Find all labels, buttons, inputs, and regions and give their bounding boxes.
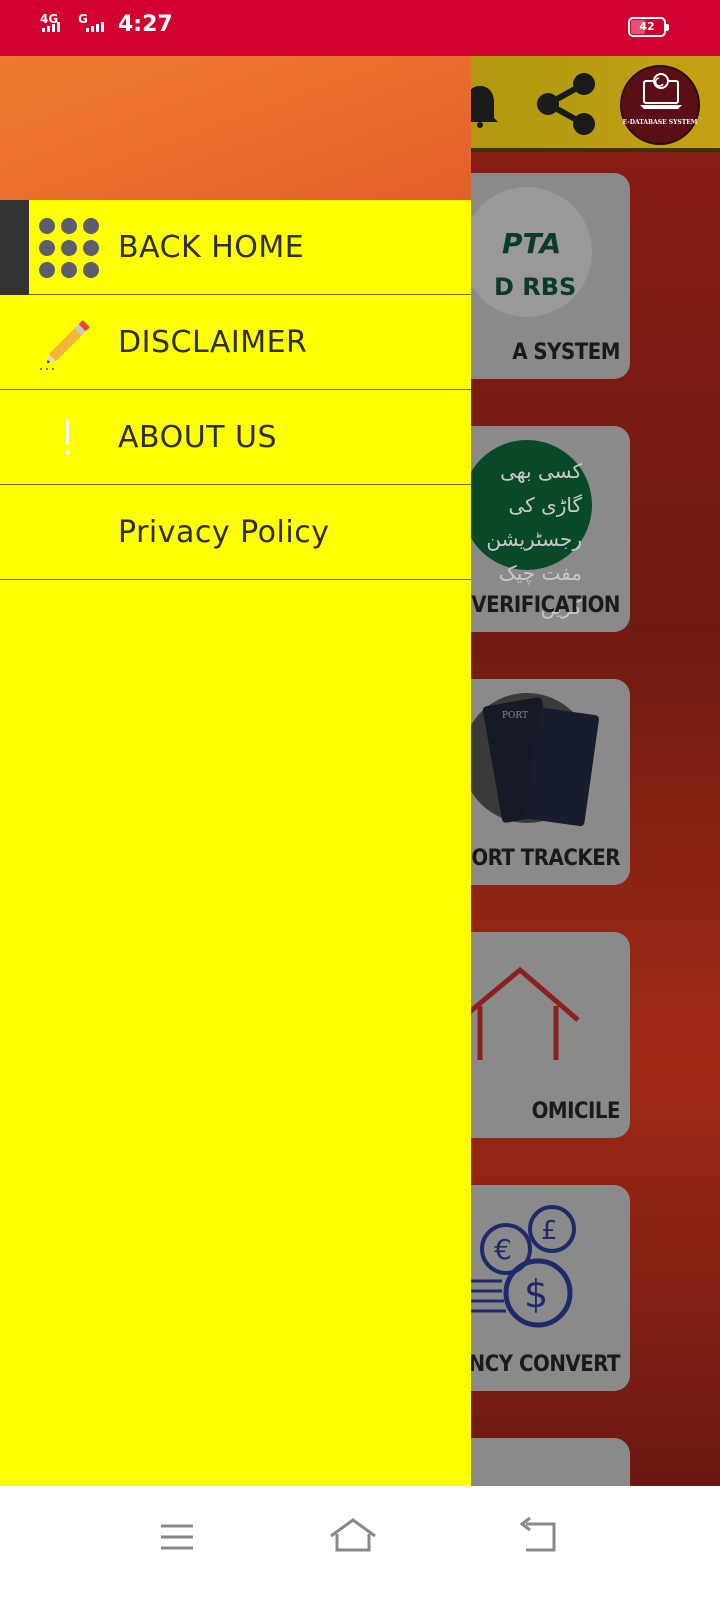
share-icon[interactable]	[532, 70, 600, 138]
dirbs-logo-text: D RBS	[494, 273, 577, 301]
status-bar: 4G G 4:27 42	[0, 0, 720, 56]
svg-text:$: $	[524, 1272, 548, 1316]
app-logo[interactable]: E-DATABASE SYSTEM	[620, 65, 700, 145]
menu-item-about-us[interactable]: ABOUT US	[0, 390, 471, 485]
battery-level: 42	[639, 20, 655, 33]
drawer-header	[0, 56, 471, 200]
back-icon[interactable]	[508, 1510, 568, 1566]
signal-icon-1	[42, 22, 60, 32]
menu-item-privacy-policy[interactable]: Privacy Policy	[0, 485, 471, 580]
clock: 4:27	[118, 12, 173, 37]
pta-logo-text: PTA	[502, 227, 562, 260]
vehicle-verification-logo: کسی بھی گاڑی کی رجسٹریشن مفت چیک کریں	[462, 440, 592, 619]
menu-icon[interactable]	[147, 1510, 207, 1566]
signal-icon-2	[86, 22, 104, 32]
alert-icon	[38, 407, 98, 467]
laptop-icon	[640, 73, 682, 109]
system-nav-bar	[0, 1486, 720, 1600]
menu-item-label: BACK HOME	[118, 230, 305, 265]
battery-icon: 42	[628, 17, 669, 37]
svg-text:£: £	[541, 1216, 558, 1246]
navigation-drawer: BACK HOME DISCLAIMER ABOUT US Privacy Po…	[0, 56, 471, 1486]
logo-text: E-DATABASE SYSTEM	[622, 119, 698, 126]
menu-item-back-home[interactable]: BACK HOME	[0, 200, 471, 295]
grid-dots-icon	[38, 217, 99, 278]
currency-icon: € £ $	[460, 1205, 576, 1328]
drawer-menu: BACK HOME DISCLAIMER ABOUT US Privacy Po…	[0, 200, 471, 580]
active-indicator	[0, 200, 29, 295]
menu-item-disclaimer[interactable]: DISCLAIMER	[0, 295, 471, 390]
menu-item-label: Privacy Policy	[118, 515, 330, 550]
pencil-icon	[38, 312, 98, 372]
pta-logo: PTA D RBS	[462, 187, 592, 317]
passport-image: PORT	[462, 693, 600, 827]
menu-item-label: ABOUT US	[118, 420, 278, 455]
passport-text: PORT	[502, 711, 529, 721]
svg-text:€: €	[494, 1233, 512, 1266]
menu-item-label: DISCLAIMER	[118, 325, 308, 360]
home-icon[interactable]	[323, 1510, 383, 1566]
